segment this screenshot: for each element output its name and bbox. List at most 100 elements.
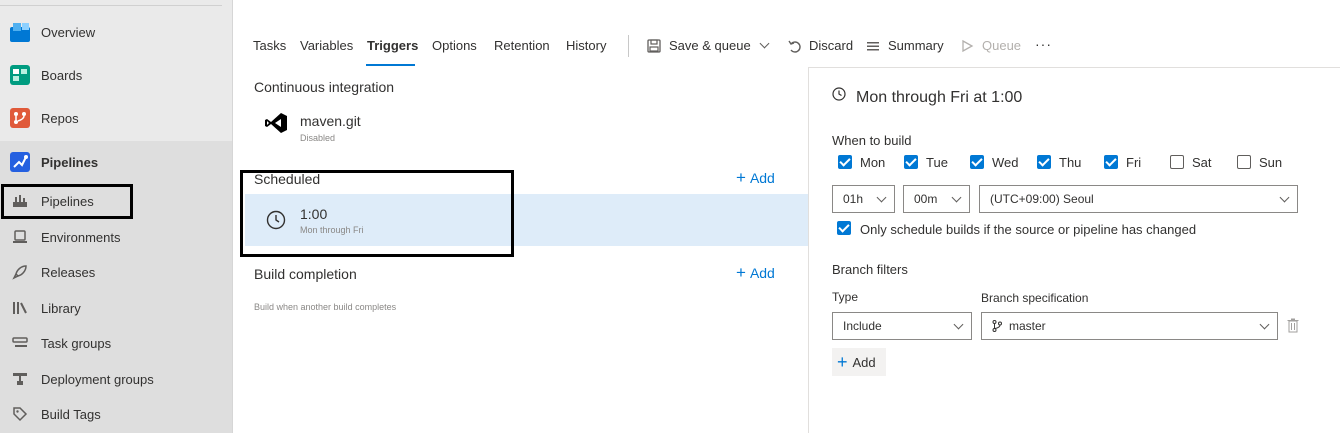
day-label: Sat <box>1192 155 1212 170</box>
ci-repo-name: maven.git <box>300 113 361 129</box>
hour-select[interactable]: 01h <box>832 185 895 213</box>
save-queue-label: Save & queue <box>669 38 751 53</box>
plus-icon: + <box>736 168 746 187</box>
timezone-value: (UTC+09:00) Seoul <box>990 192 1094 206</box>
summary-label: Summary <box>888 38 944 53</box>
ci-status: Disabled <box>300 133 336 143</box>
nav-item-label: Library <box>41 300 81 316</box>
save-icon <box>647 38 661 53</box>
day-label: Thu <box>1059 155 1082 170</box>
nav-item-label: Overview <box>41 24 96 40</box>
hour-value: 01h <box>843 192 864 206</box>
day-label: Sun <box>1259 155 1283 170</box>
nav-subitem-deployment-groups[interactable]: Deployment groups <box>0 361 232 397</box>
nav-subitem-environments[interactable]: Environments <box>0 219 232 255</box>
add-label: Add <box>852 354 876 370</box>
tab-triggers[interactable]: Triggers <box>367 38 418 53</box>
active-tab-indicator <box>366 64 415 66</box>
nav-subitem-task-groups[interactable]: Task groups <box>0 325 232 361</box>
nav-subitem-releases[interactable]: Releases <box>0 254 232 290</box>
branch-spec-label: Branch specification <box>981 291 1089 305</box>
branch-filters-title: Branch filters <box>832 262 908 277</box>
add-schedule-button[interactable]: + Add <box>736 168 775 188</box>
nav-item-label: Releases <box>41 264 96 280</box>
task-groups-icon <box>12 335 28 351</box>
more-icon: ··· <box>1035 36 1052 52</box>
branch-spec-value: master <box>1009 319 1046 333</box>
discard-label: Discard <box>809 38 854 53</box>
day-checkbox-sun[interactable] <box>1237 155 1251 169</box>
nav-subitem-library[interactable]: Library <box>0 290 232 326</box>
chevron-down-icon <box>1279 192 1290 203</box>
annotation-box-scheduled <box>240 170 514 257</box>
annotation-box-pipelines <box>1 184 133 219</box>
environments-icon <box>12 229 28 245</box>
branch-spec-select[interactable]: master <box>981 312 1278 340</box>
day-checkbox-mon[interactable] <box>838 155 852 169</box>
tab-tasks[interactable]: Tasks <box>253 38 286 53</box>
plus-icon: + <box>736 263 746 282</box>
save-queue-button[interactable]: Save & queue <box>647 38 770 53</box>
pipelines-icon <box>9 151 31 173</box>
tab-options[interactable]: Options <box>432 38 477 53</box>
toolbar-separator <box>628 35 629 57</box>
summary-button[interactable]: Summary <box>866 38 944 53</box>
nav-item-label: Deployment groups <box>41 371 154 387</box>
day-label: Tue <box>926 155 948 170</box>
day-checkbox-tue[interactable] <box>904 155 918 169</box>
nav-subitem-build-tags[interactable]: Build Tags <box>0 396 232 432</box>
discard-button[interactable]: Discard <box>787 38 853 53</box>
nav-divider <box>0 5 222 6</box>
chevron-down-icon <box>953 319 964 330</box>
chevron-down-icon <box>759 38 770 49</box>
when-to-build-label: When to build <box>832 133 912 148</box>
day-checkbox-sat[interactable] <box>1170 155 1184 169</box>
build-completion-title: Build completion <box>254 266 357 282</box>
deployment-groups-icon <box>12 371 28 387</box>
type-value: Include <box>843 319 882 333</box>
trash-icon[interactable] <box>1287 318 1299 336</box>
tab-history[interactable]: History <box>566 38 606 53</box>
only-changed-checkbox[interactable] <box>837 221 851 235</box>
nav-item-label: Environments <box>41 229 121 245</box>
nav-item-repos[interactable]: Repos <box>0 100 232 136</box>
repos-icon <box>9 107 31 129</box>
timezone-select[interactable]: (UTC+09:00) Seoul <box>979 185 1298 213</box>
visual-studio-icon <box>264 112 288 137</box>
day-checkbox-thu[interactable] <box>1037 155 1051 169</box>
ci-trigger-item[interactable]: maven.git Disabled <box>245 105 808 145</box>
library-icon <box>12 300 28 316</box>
tag-icon <box>12 406 28 422</box>
type-label: Type <box>832 290 859 304</box>
add-branch-filter-button[interactable]: + Add <box>832 348 886 376</box>
more-actions-button[interactable]: ··· <box>1035 36 1052 52</box>
nav-item-label: Task groups <box>41 335 112 351</box>
nav-item-label: Boards <box>41 67 83 83</box>
overview-icon <box>9 21 31 43</box>
branch-icon <box>992 320 1002 335</box>
day-label: Wed <box>992 155 1019 170</box>
nav-item-overview[interactable]: Overview <box>0 14 232 50</box>
minute-value: 00m <box>914 192 938 206</box>
clock-icon <box>832 87 846 104</box>
day-checkbox-wed[interactable] <box>970 155 984 169</box>
plus-icon: + <box>837 351 848 372</box>
nav-item-pipelines[interactable]: Pipelines <box>0 144 232 180</box>
add-label: Add <box>749 170 775 186</box>
boards-icon <box>9 64 31 86</box>
tab-retention[interactable]: Retention <box>494 38 550 53</box>
nav-item-boards[interactable]: Boards <box>0 57 232 93</box>
build-completion-desc: Build when another build completes <box>254 302 397 312</box>
nav-item-label: Pipelines <box>41 154 99 170</box>
type-select[interactable]: Include <box>832 312 972 340</box>
day-checkbox-fri[interactable] <box>1104 155 1118 169</box>
chevron-down-icon <box>1259 319 1270 330</box>
queue-button[interactable]: Queue <box>960 38 1021 53</box>
ci-section-title: Continuous integration <box>254 79 395 95</box>
add-build-completion-button[interactable]: + Add <box>736 263 775 283</box>
minute-select[interactable]: 00m <box>903 185 970 213</box>
right-panel-top-border <box>809 67 1340 68</box>
day-label: Fri <box>1126 155 1142 170</box>
nav-item-label: Repos <box>41 110 79 126</box>
tab-variables[interactable]: Variables <box>300 38 353 53</box>
